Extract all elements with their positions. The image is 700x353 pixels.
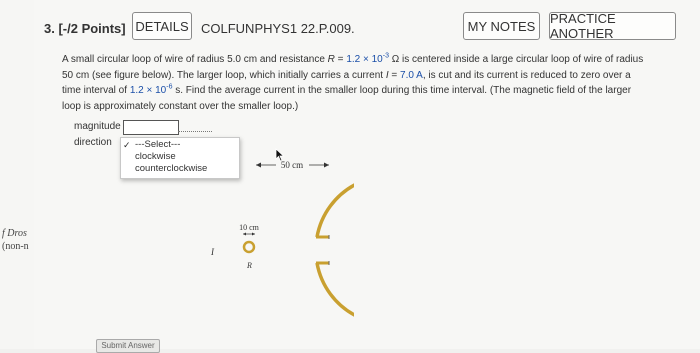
problem-code: COLFUNPHYS1 22.P.009.	[201, 21, 355, 36]
details-button[interactable]: DETAILS	[132, 12, 192, 40]
current-label: I	[210, 247, 215, 257]
my-notes-button[interactable]: MY NOTES	[463, 12, 540, 40]
large-loop-wire	[315, 183, 354, 317]
small-arrow-right-icon	[252, 232, 255, 236]
magnitude-label: magnitude	[74, 121, 121, 132]
big-dimension: 50 cm	[256, 160, 329, 170]
submit-answer-button[interactable]: Submit Answer	[96, 339, 160, 353]
small-loop	[242, 240, 256, 254]
magnitude-units-line	[178, 131, 212, 132]
problem-line-3: time interval of 1.2 × 10-6 s. Find the …	[62, 83, 632, 96]
resistance-label: R	[246, 261, 252, 270]
question-card: 3. [-/2 Points] DETAILS COLFUNPHYS1 22.P…	[34, 0, 700, 353]
checkmark-icon: ✓	[123, 140, 131, 150]
edge-text-2: (non-n	[2, 241, 29, 252]
problem-line-1: A small circular loop of wire of radius …	[62, 52, 644, 65]
direction-label: direction	[74, 137, 112, 148]
problem-line-2: 50 cm (see figure below). The larger loo…	[62, 69, 631, 81]
problem-line-4: loop is approximately constant over the …	[62, 100, 299, 112]
loops-figure: 50 cm 10 cm I R	[210, 160, 354, 317]
arrow-right-icon	[324, 162, 329, 168]
arrow-left-icon	[256, 162, 261, 168]
large-loop	[315, 183, 354, 317]
big-radius-label: 50 cm	[281, 160, 303, 170]
small-dimension: 10 cm	[239, 223, 260, 236]
problem-text: A small circular loop of wire of radius …	[62, 52, 692, 114]
practice-another-button[interactable]: PRACTICE ANOTHER	[549, 11, 676, 41]
magnitude-input[interactable]	[123, 120, 179, 135]
question-number: 3. [-/2 Points]	[44, 21, 126, 36]
question-header: 3. [-/2 Points] DETAILS COLFUNPHYS1 22.P…	[34, 9, 700, 43]
previous-panel-edge: f Dros (non-n	[0, 0, 35, 349]
edge-text-1: f Dros	[2, 228, 27, 239]
small-arrow-left-icon	[243, 232, 246, 236]
small-radius-label: 10 cm	[239, 223, 260, 232]
